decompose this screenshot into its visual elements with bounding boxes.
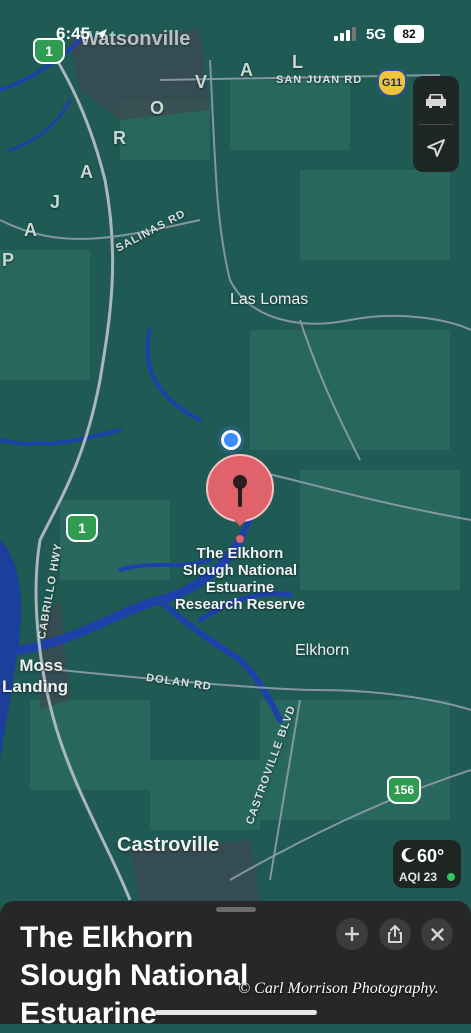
region-letter: A bbox=[24, 220, 37, 240]
locate-button[interactable] bbox=[413, 124, 459, 172]
temperature: 60° bbox=[401, 846, 444, 867]
place-castroville[interactable]: Castroville bbox=[117, 834, 219, 857]
region-letter: R bbox=[113, 128, 126, 148]
region-letter: A bbox=[80, 162, 93, 182]
network-type: 5G bbox=[366, 26, 387, 43]
close-icon bbox=[430, 927, 444, 941]
region-letter: O bbox=[150, 98, 165, 118]
route-shield-1-mid: 1 bbox=[66, 514, 98, 542]
car-icon bbox=[426, 94, 446, 108]
sheet-title: The Elkhorn Slough National Estuarine bbox=[20, 921, 249, 1030]
region-letter: V bbox=[195, 72, 208, 92]
status-time: 6:45 bbox=[56, 24, 108, 44]
location-arrow-icon bbox=[95, 29, 107, 41]
map-controls bbox=[413, 76, 459, 172]
route-shield-156: 156 bbox=[387, 776, 421, 804]
moon-icon bbox=[401, 848, 415, 863]
weather-widget[interactable]: 60° AQI 23 bbox=[393, 840, 461, 888]
road-san-juan: SAN JUAN RD bbox=[276, 74, 363, 86]
place-moss-landing[interactable]: Moss Landing bbox=[2, 655, 68, 697]
route-shield-g11: G11 bbox=[377, 69, 407, 97]
place-elkhorn[interactable]: Elkhorn bbox=[295, 642, 349, 660]
home-indicator[interactable] bbox=[155, 1010, 317, 1015]
region-letter: J bbox=[50, 192, 61, 212]
aqi-value: AQI 23 bbox=[399, 870, 438, 884]
add-button[interactable] bbox=[336, 918, 368, 950]
pin-label: The Elkhorn Slough National Estuarine Re… bbox=[174, 545, 306, 613]
status-bar: 6:45 5G 82 bbox=[0, 0, 471, 60]
region-letter: P bbox=[2, 250, 15, 270]
close-button[interactable] bbox=[421, 918, 453, 950]
drive-mode-button[interactable] bbox=[413, 76, 459, 124]
place-las-lomas[interactable]: Las Lomas bbox=[230, 291, 308, 309]
region-letter: A bbox=[240, 60, 253, 80]
location-arrow-icon bbox=[427, 139, 445, 157]
sheet-grabber[interactable] bbox=[216, 907, 256, 912]
share-button[interactable] bbox=[379, 918, 411, 950]
map-pin[interactable] bbox=[204, 452, 276, 544]
plus-icon bbox=[345, 927, 359, 941]
watermark: © Carl Morrison Photography. bbox=[238, 980, 439, 997]
signal-icon bbox=[334, 27, 356, 41]
share-icon bbox=[388, 925, 402, 943]
aqi-status-dot bbox=[447, 873, 455, 881]
battery-indicator: 82 bbox=[394, 25, 424, 43]
